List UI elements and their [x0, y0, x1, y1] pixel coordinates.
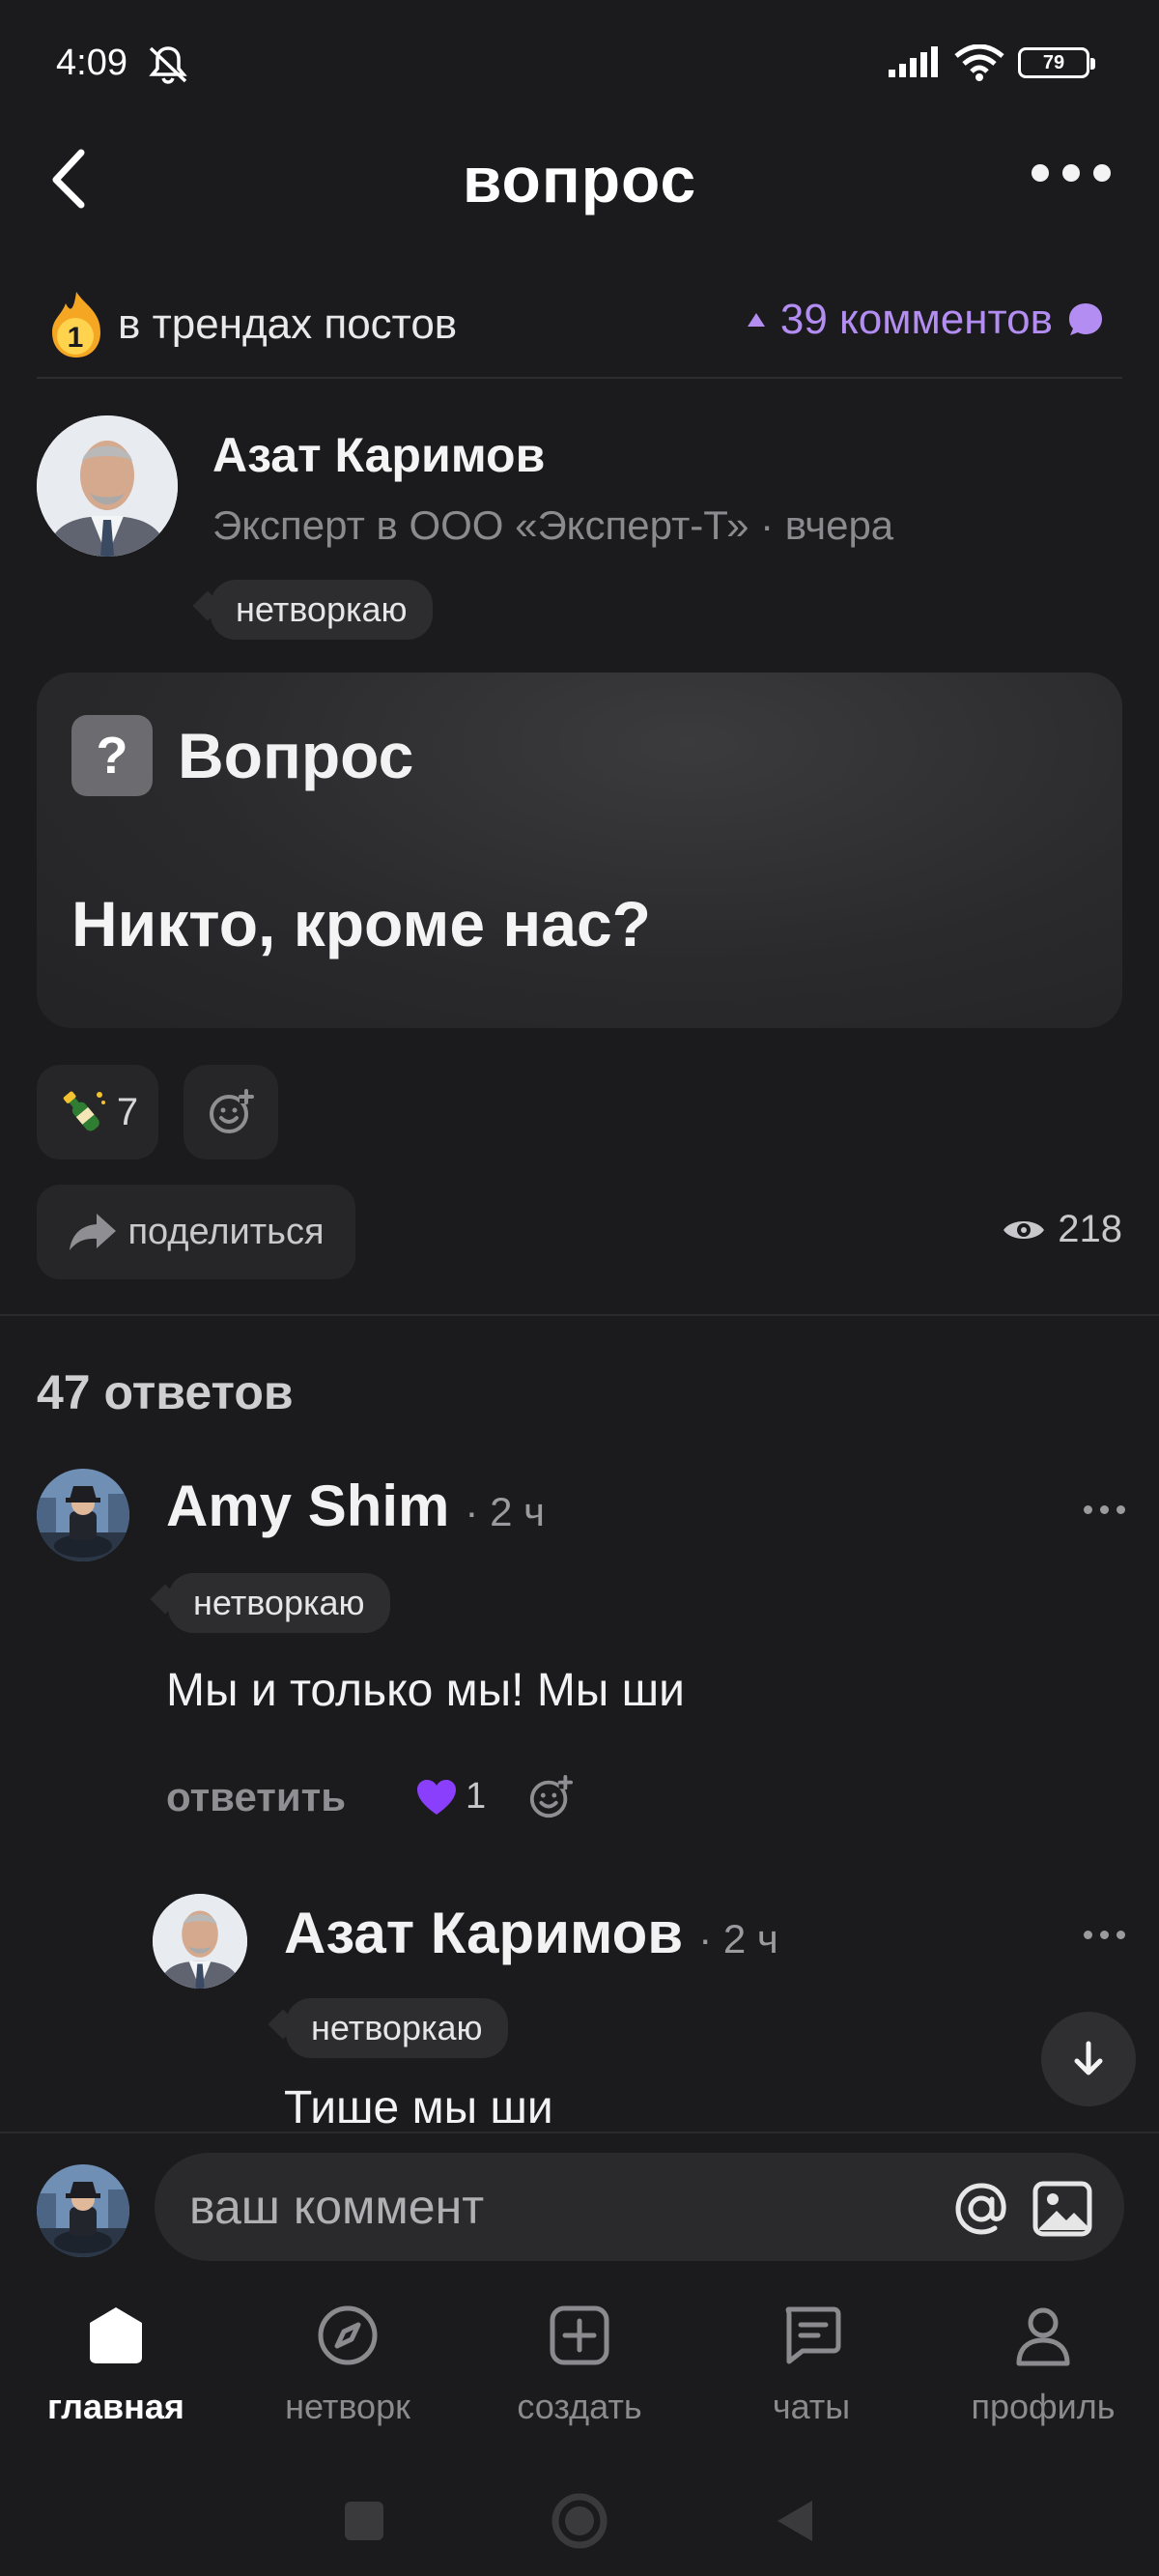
- answers-count: 47 ответов: [37, 1365, 294, 1419]
- author-avatar[interactable]: [37, 415, 178, 557]
- comment-text: Мы и только мы! Мы ши: [166, 1665, 685, 1716]
- section-divider: [0, 1314, 1159, 1316]
- champagne-bottle-icon: [63, 1091, 105, 1131]
- plus-square-icon: [550, 2305, 609, 2365]
- nav-chats[interactable]: чаты: [695, 2280, 927, 2464]
- dot-icon: [1084, 1931, 1092, 1939]
- scroll-down-button[interactable]: [1041, 2012, 1136, 2106]
- status-indicators: 79: [887, 44, 1095, 81]
- mute-bell-icon: [145, 44, 191, 90]
- square-icon: [345, 2501, 383, 2540]
- divider: [37, 377, 1122, 379]
- dot-icon: [1100, 1505, 1109, 1514]
- reply-time: · 2 ч: [698, 1916, 778, 1961]
- profile-icon: [1016, 2307, 1070, 2366]
- share-button[interactable]: поделиться: [37, 1185, 355, 1279]
- attach-image-button[interactable]: [1032, 2178, 1093, 2245]
- comments-count: 39 комментов: [779, 296, 1053, 343]
- reply-button[interactable]: ответить: [166, 1774, 346, 1820]
- bottom-navigation: главная нетворк создать чаты профиль: [0, 2280, 1159, 2464]
- home-icon: [90, 2307, 142, 2363]
- page-title: вопрос: [462, 144, 697, 215]
- share-label: поделиться: [127, 1211, 325, 1252]
- fire-rank-icon: 1: [52, 292, 100, 358]
- purple-heart-icon: [417, 1779, 456, 1815]
- dot-icon: [1093, 164, 1111, 182]
- reply-author-tag: нетворкаю: [286, 1998, 508, 2058]
- image-icon: [1032, 2181, 1092, 2237]
- commenter-name[interactable]: Amy Shim: [166, 1473, 449, 1539]
- add-emoji-icon: [529, 1774, 574, 1818]
- dot-icon: [1084, 1505, 1092, 1514]
- recents-button[interactable]: [343, 2500, 385, 2547]
- trend-label: в трендах постов: [118, 301, 458, 348]
- comment-header: Amy Shim · 2 ч: [166, 1473, 545, 1539]
- commenter-tag: нетворкаю: [168, 1573, 390, 1633]
- dot-icon: [1117, 1931, 1125, 1939]
- question-mark-icon: ?: [71, 715, 153, 796]
- comment-time: · 2 ч: [465, 1489, 545, 1534]
- dot-icon: [1032, 164, 1049, 182]
- nav-network-label: нетворк: [285, 2387, 410, 2426]
- author-tag: нетворкаю: [211, 580, 433, 640]
- comments-link[interactable]: 39 комментов: [746, 296, 1105, 344]
- commenter-avatar[interactable]: [37, 1469, 129, 1561]
- views-count: 218: [1058, 1208, 1122, 1250]
- nav-chats-label: чаты: [772, 2387, 851, 2426]
- speech-bubble-icon: [1069, 303, 1102, 335]
- reply-author-name[interactable]: Азат Каримов: [284, 1900, 683, 1966]
- battery-indicator: 79: [1018, 47, 1095, 78]
- reaction-count: 7: [116, 1090, 139, 1133]
- dot-icon: [1062, 164, 1080, 182]
- nav-profile[interactable]: профиль: [927, 2280, 1159, 2464]
- share-arrow-icon: [70, 1214, 117, 1250]
- author-name[interactable]: Азат Каримов: [212, 427, 545, 483]
- nav-create[interactable]: создать: [464, 2280, 695, 2464]
- trend-badge: 1 в трендах постов: [46, 290, 457, 359]
- reply-author-avatar[interactable]: [153, 1894, 247, 1989]
- nav-create-label: создать: [517, 2387, 642, 2426]
- post-type-label: Вопрос: [178, 720, 414, 791]
- reply-header: Азат Каримов · 2 ч: [284, 1900, 778, 1966]
- comment-more-button[interactable]: [1084, 1505, 1125, 1514]
- mention-button[interactable]: [950, 2178, 1012, 2245]
- add-emoji-icon: [210, 1089, 254, 1133]
- like-count: 1: [466, 1776, 487, 1817]
- champagne-reaction-button[interactable]: 7: [37, 1065, 158, 1159]
- my-avatar: [37, 2164, 129, 2257]
- system-navigation: [0, 2470, 1159, 2576]
- nav-network[interactable]: нетворк: [232, 2280, 464, 2464]
- nav-home-label: главная: [47, 2387, 184, 2426]
- nav-profile-label: профиль: [971, 2387, 1116, 2426]
- at-sign-icon: [955, 2183, 1006, 2235]
- add-reaction-button[interactable]: [184, 1065, 278, 1159]
- arrow-down-icon: [1074, 2041, 1103, 2075]
- like-button[interactable]: 1: [415, 1776, 486, 1818]
- reply-text: Тише мы ши: [284, 2082, 553, 2132]
- dot-icon: [1117, 1505, 1125, 1514]
- svg-text:1: 1: [68, 322, 84, 354]
- reply-text-clip: Тише мы ши: [284, 2081, 553, 2132]
- status-time: 4:09: [56, 43, 127, 83]
- circle-icon: [551, 2493, 608, 2548]
- signal-icon: [889, 46, 938, 77]
- nav-home[interactable]: главная: [0, 2280, 232, 2464]
- triangle-up-icon: [747, 313, 765, 327]
- comment-add-reaction-button[interactable]: [527, 1774, 574, 1825]
- chat-icon: [785, 2306, 841, 2364]
- dot-icon: [1100, 1931, 1109, 1939]
- reply-more-button[interactable]: [1084, 1931, 1125, 1939]
- more-options-button[interactable]: [1032, 164, 1111, 182]
- compass-icon: [318, 2305, 378, 2365]
- author-meta: Эксперт в ООО «Эксперт-Т» · вчера: [212, 502, 894, 548]
- back-system-button[interactable]: [774, 2497, 816, 2550]
- question-text: Никто, кроме нас?: [71, 888, 651, 959]
- wifi-icon: [954, 44, 1004, 81]
- views-counter: 218: [1002, 1208, 1122, 1251]
- home-system-button[interactable]: [550, 2491, 609, 2556]
- triangle-left-icon: [777, 2500, 812, 2541]
- eye-icon: [1004, 1220, 1045, 1239]
